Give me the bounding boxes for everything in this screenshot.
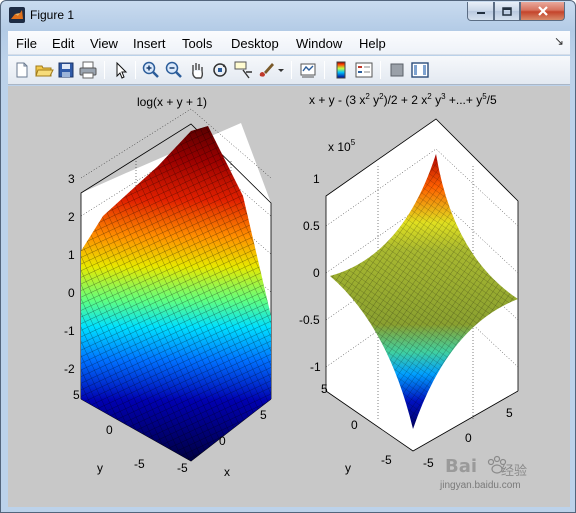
toolbar-separator xyxy=(135,61,136,79)
left-y-axis-label: y xyxy=(97,461,103,475)
x-tick: 5 xyxy=(260,408,267,422)
toolbar-separator xyxy=(291,61,292,79)
y-tick: -5 xyxy=(381,453,392,467)
chevron-down-icon[interactable] xyxy=(276,60,286,80)
menu-edit[interactable]: Edit xyxy=(52,36,74,51)
z-tick: -1 xyxy=(310,360,321,374)
menu-window[interactable]: Window xyxy=(296,36,342,51)
y-tick: 5 xyxy=(321,382,328,396)
y-tick: -5 xyxy=(134,457,145,471)
left-plot-title: log(x + y + 1) xyxy=(137,95,208,109)
x-tick: 0 xyxy=(219,434,226,448)
menu-file[interactable]: File xyxy=(16,36,37,51)
open-file-icon[interactable] xyxy=(34,60,54,80)
svg-text:Bai: Bai xyxy=(445,456,477,477)
z-tick: 0 xyxy=(68,286,75,300)
baidu-paw-logo-icon: Bai xyxy=(445,455,507,477)
colorbar-icon[interactable] xyxy=(331,60,351,80)
new-figure-icon[interactable] xyxy=(12,60,32,80)
link-plot-icon[interactable] xyxy=(298,60,318,80)
toolbar-separator xyxy=(380,61,381,79)
rotate-3d-icon[interactable] xyxy=(210,60,230,80)
x-tick: -5 xyxy=(423,456,434,470)
print-icon[interactable] xyxy=(78,60,98,80)
dock-figure-icon[interactable]: ↘ xyxy=(554,34,564,48)
maximize-button[interactable] xyxy=(494,2,520,21)
title-bar[interactable]: Figure 1 xyxy=(1,1,575,29)
z-tick: 1 xyxy=(68,248,75,262)
x-tick: 5 xyxy=(506,406,513,420)
menu-desktop[interactable]: Desktop xyxy=(231,36,279,51)
close-icon xyxy=(537,6,548,16)
close-button[interactable] xyxy=(520,2,565,21)
x-tick: 0 xyxy=(465,431,472,445)
z-tick: -1 xyxy=(64,324,75,338)
minimize-button[interactable] xyxy=(467,2,494,21)
right-y-axis-label: y xyxy=(345,461,351,475)
edit-plot-icon[interactable] xyxy=(111,60,131,80)
menu-view[interactable]: View xyxy=(90,36,118,51)
menu-bar: File Edit View Insert Tools Desktop Wind… xyxy=(8,31,570,55)
zoom-in-icon[interactable] xyxy=(141,60,161,80)
y-tick: 0 xyxy=(351,418,358,432)
window-title: Figure 1 xyxy=(30,8,75,22)
legend-icon[interactable] xyxy=(354,60,374,80)
left-axes xyxy=(80,108,272,462)
right-axes xyxy=(325,118,519,452)
pan-icon[interactable] xyxy=(187,60,207,80)
maximize-icon xyxy=(502,6,512,16)
matlab-logo-icon xyxy=(9,7,25,23)
z-tick: 1 xyxy=(313,172,320,186)
zoom-out-icon[interactable] xyxy=(164,60,184,80)
minimize-icon xyxy=(476,12,485,14)
figure-window: Figure 1 File Edit View Insert Tools Des… xyxy=(0,0,576,513)
left-x-axis-label: x xyxy=(224,465,230,479)
toolbar-separator xyxy=(324,61,325,79)
y-tick: 5 xyxy=(73,388,80,402)
z-tick: 3 xyxy=(68,172,75,186)
z-tick: 0 xyxy=(313,266,320,280)
z-exponent-label: x 105 xyxy=(328,138,356,154)
watermark-brand: 经验 xyxy=(501,463,528,478)
save-icon[interactable] xyxy=(56,60,76,80)
plot-canvas xyxy=(80,108,519,462)
right-plot-title: x + y - (3 x2 y2)/2 + 2 x2 y3 +...+ y5/5 xyxy=(309,92,497,107)
figure-canvas[interactable]: log(x + y + 1) x + y - (3 x2 y2)/2 + 2 x… xyxy=(8,86,570,507)
z-tick: 2 xyxy=(68,210,75,224)
x-tick: -5 xyxy=(177,461,188,475)
menu-tools[interactable]: Tools xyxy=(182,36,212,51)
brush-icon[interactable] xyxy=(256,60,276,80)
y-tick: 0 xyxy=(106,423,113,437)
data-cursor-icon[interactable] xyxy=(233,60,253,80)
watermark-url: jingyan.baidu.com xyxy=(440,480,521,491)
z-tick: 0.5 xyxy=(303,219,320,233)
menu-help[interactable]: Help xyxy=(359,36,386,51)
show-plot-tools-icon[interactable] xyxy=(410,60,430,80)
z-tick: -2 xyxy=(64,362,75,376)
toolbar-separator xyxy=(104,61,105,79)
z-tick: -0.5 xyxy=(299,313,320,327)
menu-insert[interactable]: Insert xyxy=(133,36,166,51)
hide-plot-tools-icon[interactable] xyxy=(387,60,407,80)
figure-toolbar xyxy=(8,56,570,85)
